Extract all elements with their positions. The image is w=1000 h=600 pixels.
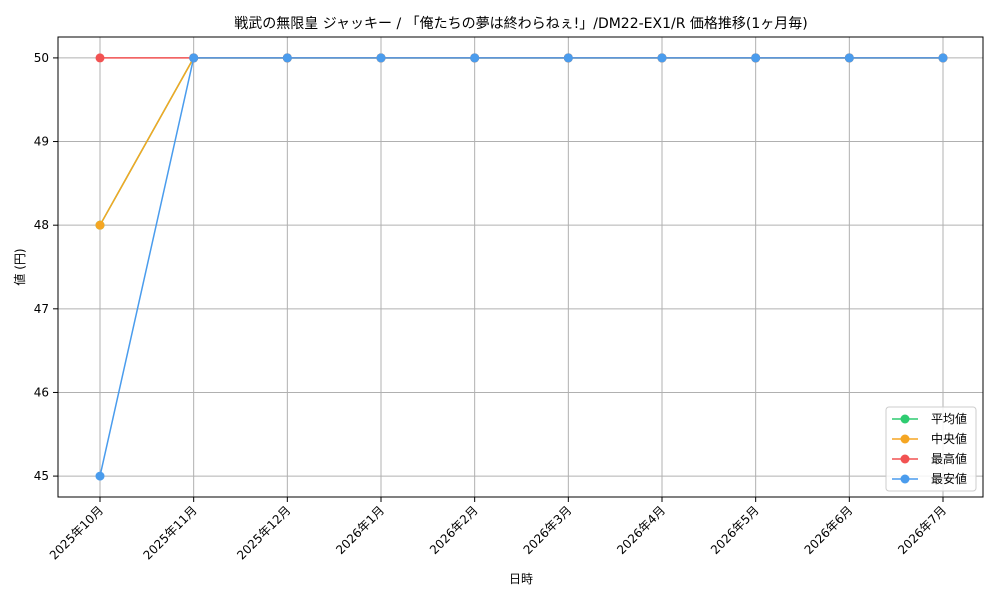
data-point <box>95 471 105 481</box>
x-tick-label: 2026年3月 <box>521 503 575 557</box>
legend-swatch-marker <box>900 414 910 424</box>
y-axis-label: 値 (円) <box>12 248 27 285</box>
y-tick-label: 48 <box>34 218 49 232</box>
legend-label: 最安値 <box>931 471 967 486</box>
x-tick-label: 2026年7月 <box>895 503 949 557</box>
legend-swatch-marker <box>900 454 910 464</box>
y-tick-label: 50 <box>34 51 49 65</box>
legend-swatch-marker <box>900 474 910 484</box>
series <box>95 53 948 481</box>
data-point <box>282 53 292 63</box>
data-point <box>95 220 105 230</box>
x-tick-label: 2025年12月 <box>234 503 293 562</box>
data-point <box>189 53 199 63</box>
x-axis-label: 日時 <box>509 572 533 586</box>
legend-label: 最高値 <box>931 451 967 466</box>
data-point <box>563 53 573 63</box>
y-tick-label: 46 <box>34 385 49 399</box>
x-tick-label: 2026年5月 <box>708 503 762 557</box>
y-tick-label: 45 <box>34 469 49 483</box>
data-point <box>751 53 761 63</box>
data-point <box>470 53 480 63</box>
legend-label: 平均値 <box>931 411 967 426</box>
y-axis: 45 46 47 48 49 50 <box>34 51 58 483</box>
data-point <box>95 53 105 63</box>
legend: 平均値中央値最高値最安値 <box>885 406 977 492</box>
price-chart: 戦武の無限皇 ジャッキー / 「俺たちの夢は終わらねぇ!」/DM22-EX1/R… <box>12 16 984 586</box>
y-tick-label: 47 <box>34 302 49 316</box>
x-tick-label: 2026年4月 <box>614 503 668 557</box>
x-tick-label: 2025年10月 <box>47 503 106 562</box>
x-tick-label: 2026年6月 <box>802 503 856 557</box>
plot-frame <box>57 36 984 498</box>
series-line <box>99 57 943 477</box>
data-point <box>844 53 854 63</box>
x-axis: 2025年10月 2025年11月 2025年12月 2026年1月 2026年2月 20… <box>47 497 949 562</box>
series-3 <box>95 53 948 481</box>
data-point <box>657 53 667 63</box>
y-tick-label: 49 <box>34 135 49 149</box>
chart-title: 戦武の無限皇 ジャッキー / 「俺たちの夢は終わらねぇ!」/DM22-EX1/R… <box>234 16 808 32</box>
x-tick-label: 2025年11月 <box>141 503 200 562</box>
data-point <box>376 53 386 63</box>
legend-swatch-marker <box>900 434 910 444</box>
grid <box>58 37 983 497</box>
legend-label: 中央値 <box>931 431 967 446</box>
x-tick-label: 2026年2月 <box>427 503 481 557</box>
x-tick-label: 2026年1月 <box>333 503 387 557</box>
data-point <box>938 53 948 63</box>
